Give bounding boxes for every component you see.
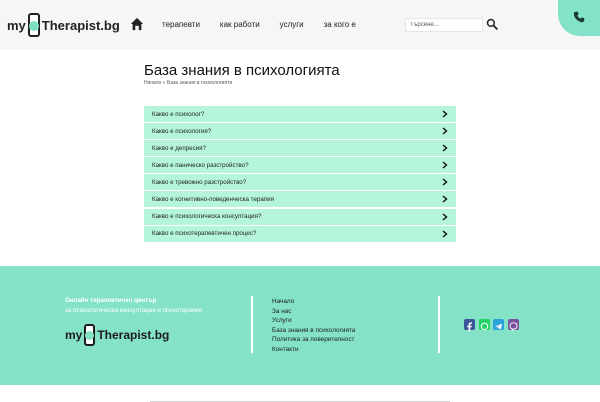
faq-item[interactable]: Какво е психолог?: [144, 106, 456, 122]
logo-phone-icon: [84, 324, 96, 346]
nav-item-how-it-works[interactable]: как работи: [220, 20, 260, 29]
faq-item[interactable]: Какво е психология?: [144, 123, 456, 140]
breadcrumb: Начало » База знания в психологията: [144, 80, 233, 86]
faq-item[interactable]: Какво е психологическа консултация?: [144, 208, 456, 225]
call-button[interactable]: [558, 0, 600, 36]
faq-item[interactable]: Какво е когнитивно-поведенческа терапия: [144, 191, 456, 208]
site-header: my Therapist.bg терапевти как работи усл…: [0, 0, 600, 50]
logo-prefix: my: [65, 328, 83, 342]
footer-link-services[interactable]: Услуги: [272, 316, 355, 326]
whatsapp-icon[interactable]: [478, 319, 490, 331]
nav-item-services[interactable]: услуги: [280, 20, 304, 29]
chevron-right-icon: [442, 213, 448, 221]
footer-link-about[interactable]: За нас: [272, 307, 355, 317]
viber-icon[interactable]: [507, 319, 519, 332]
faq-question: Какво е депресия?: [152, 144, 206, 152]
site-logo[interactable]: my Therapist.bg: [7, 9, 120, 41]
chevron-right-icon: [442, 127, 448, 135]
home-icon[interactable]: [130, 17, 144, 31]
faq-item[interactable]: Какво е паническо разстройство?: [144, 157, 456, 174]
footer-tagline: Онлайн терапевтичен център: [65, 297, 157, 304]
page-title: База знания в психологията: [144, 62, 340, 79]
faq-question: Какво е тревожно разстройство?: [152, 178, 247, 186]
footer-logo[interactable]: my Therapist.bg: [65, 321, 169, 349]
logo-prefix: my: [7, 17, 26, 33]
nav-item-for-whom[interactable]: за кого е: [324, 20, 356, 29]
social-links: [464, 319, 522, 332]
chevron-right-icon: [442, 161, 448, 169]
main-nav: терапевти как работи услуги за кого е: [130, 17, 376, 31]
chevron-right-icon: [442, 230, 448, 238]
faq-question: Какво е психолог?: [152, 110, 205, 118]
nav-item-therapists[interactable]: терапевти: [162, 20, 200, 29]
facebook-icon[interactable]: [464, 319, 475, 332]
footer-divider: [438, 296, 440, 353]
footer-divider: [251, 296, 253, 353]
footer-link-home[interactable]: Начало: [272, 297, 355, 307]
footer-subtagline: за психологическа консултация и психотер…: [65, 307, 203, 314]
footer-link-knowledge-base[interactable]: База знания в психологията: [272, 326, 355, 336]
telegram-icon[interactable]: [493, 319, 504, 330]
faq-question: Какво е когнитивно-поведенческа терапия: [152, 195, 274, 203]
faq-question: Какво е психотерапевтичен процес?: [152, 230, 257, 238]
faq-question: Какво е психология?: [152, 127, 212, 135]
logo-phone-icon: [27, 13, 40, 37]
chevron-right-icon: [442, 195, 448, 204]
faq-item[interactable]: Какво е психотерапевтичен процес?: [144, 225, 456, 242]
phone-icon: [573, 11, 585, 23]
faq-question: Какво е паническо разстройство?: [152, 161, 249, 169]
footer-links: Начало За нас Услуги База знания в психо…: [272, 297, 355, 355]
logo-brand: Therapist.bg: [41, 17, 120, 33]
bottom-bar: [0, 385, 600, 402]
footer-link-contacts[interactable]: Контакти: [272, 345, 355, 355]
chevron-right-icon: [442, 144, 448, 152]
search-icon[interactable]: [486, 18, 498, 30]
faq-item[interactable]: Какво е тревожно разстройство?: [144, 174, 456, 191]
footer-link-privacy[interactable]: Политика за поверителност: [272, 335, 355, 345]
faq-question: Какво е психологическа консултация?: [152, 213, 262, 221]
faq-item[interactable]: Какво е депресия?: [144, 140, 456, 157]
site-footer: Онлайн терапевтичен център за психологич…: [0, 266, 600, 385]
faq-list: Какво е психолог? Какво е психология? Ка…: [144, 106, 456, 243]
chevron-right-icon: [442, 178, 448, 186]
logo-brand: Therapist.bg: [97, 328, 170, 342]
search-input[interactable]: [405, 18, 483, 32]
chevron-right-icon: [442, 110, 448, 118]
